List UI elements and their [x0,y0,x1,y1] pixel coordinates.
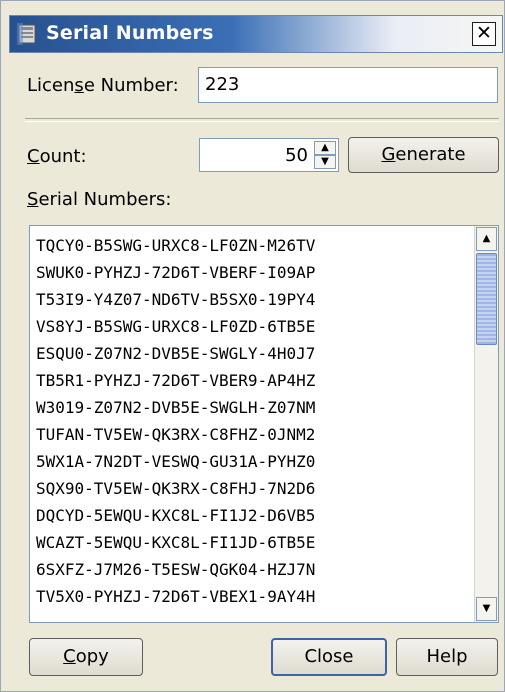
serial-numbers-dialog: Serial Numbers ✕ License Number: 223 Cou… [0,0,505,692]
serial-number-item[interactable]: VS8YJ-B5SWG-URXC8-LF0ZD-6TB5E [36,313,470,340]
generate-button-label: Generate [381,144,466,165]
generate-button[interactable]: Generate [348,137,499,173]
count-decrement-button[interactable]: ▼ [314,155,336,169]
close-button[interactable]: Close [271,638,387,676]
arrow-down-icon: ▼ [321,156,329,167]
serial-number-item[interactable]: 6SXFZ-J7M26-T5ESW-QGK04-HZJ7N [36,556,470,583]
close-button-label: Close [304,646,354,667]
count-increment-button[interactable]: ▲ [314,141,336,155]
title-bar[interactable]: Serial Numbers ✕ [9,15,503,53]
help-button[interactable]: Help [396,638,498,676]
serial-number-item[interactable]: TV5X0-PYHZJ-72D6T-VBEX1-9AY4H [36,583,470,610]
serial-number-item[interactable]: T53I9-Y4Z07-ND6TV-B5SX0-19PY4 [36,286,470,313]
serial-number-item[interactable]: W3019-Z07N2-DVB5E-SWGLH-Z07NM [36,394,470,421]
scroll-up-button[interactable]: ▲ [476,227,497,251]
license-number-field[interactable]: 223 [198,67,498,103]
serial-numbers-items: TQCY0-B5SWG-URXC8-LF0ZN-M26TV SWUK0-PYHZJ… [36,232,470,610]
serial-number-item[interactable]: SQX90-TV5EW-QK3RX-C8FHJ-7N2D6 [36,475,470,502]
license-number-label: License Number: [27,75,179,96]
scroll-thumb[interactable] [476,253,497,345]
serial-numbers-list[interactable]: TQCY0-B5SWG-URXC8-LF0ZN-M26TV SWUK0-PYHZJ… [29,225,499,623]
app-icon [17,23,36,45]
close-icon: ✕ [476,22,492,44]
copy-button[interactable]: Copy [29,638,143,676]
serial-number-item[interactable]: WCAZT-5EWQU-KXC8L-FI1JD-6TB5E [36,529,470,556]
arrow-up-icon: ▲ [321,142,329,153]
serial-numbers-label: Serial Numbers: [27,189,172,210]
help-button-label: Help [426,646,468,667]
serial-number-item[interactable]: 5WX1A-7N2DT-VESWQ-GU31A-PYHZ0 [36,448,470,475]
count-value[interactable]: 50 [285,145,308,166]
vertical-scrollbar[interactable]: ▲ ▼ [474,226,498,622]
scroll-down-button[interactable]: ▼ [476,597,497,621]
separator [25,118,499,122]
serial-number-item[interactable]: ESQU0-Z07N2-DVB5E-SWGLY-4H0J7 [36,340,470,367]
serial-number-item[interactable]: TQCY0-B5SWG-URXC8-LF0ZN-M26TV [36,232,470,259]
serial-number-item[interactable]: SWUK0-PYHZJ-72D6T-VBERF-I09AP [36,259,470,286]
window-close-button[interactable]: ✕ [472,22,496,46]
arrow-up-icon: ▲ [482,233,491,244]
window-title: Serial Numbers [46,22,214,44]
count-spinner[interactable]: 50 ▲ ▼ [199,138,339,172]
arrow-down-icon: ▼ [482,603,491,614]
copy-button-label: Copy [63,646,109,667]
serial-number-item[interactable]: TUFAN-TV5EW-QK3RX-C8FHZ-0JNM2 [36,421,470,448]
serial-number-item[interactable]: DQCYD-5EWQU-KXC8L-FI1J2-D6VB5 [36,502,470,529]
serial-number-item[interactable]: TB5R1-PYHZJ-72D6T-VBER9-AP4HZ [36,367,470,394]
count-label: Count: [27,146,87,167]
